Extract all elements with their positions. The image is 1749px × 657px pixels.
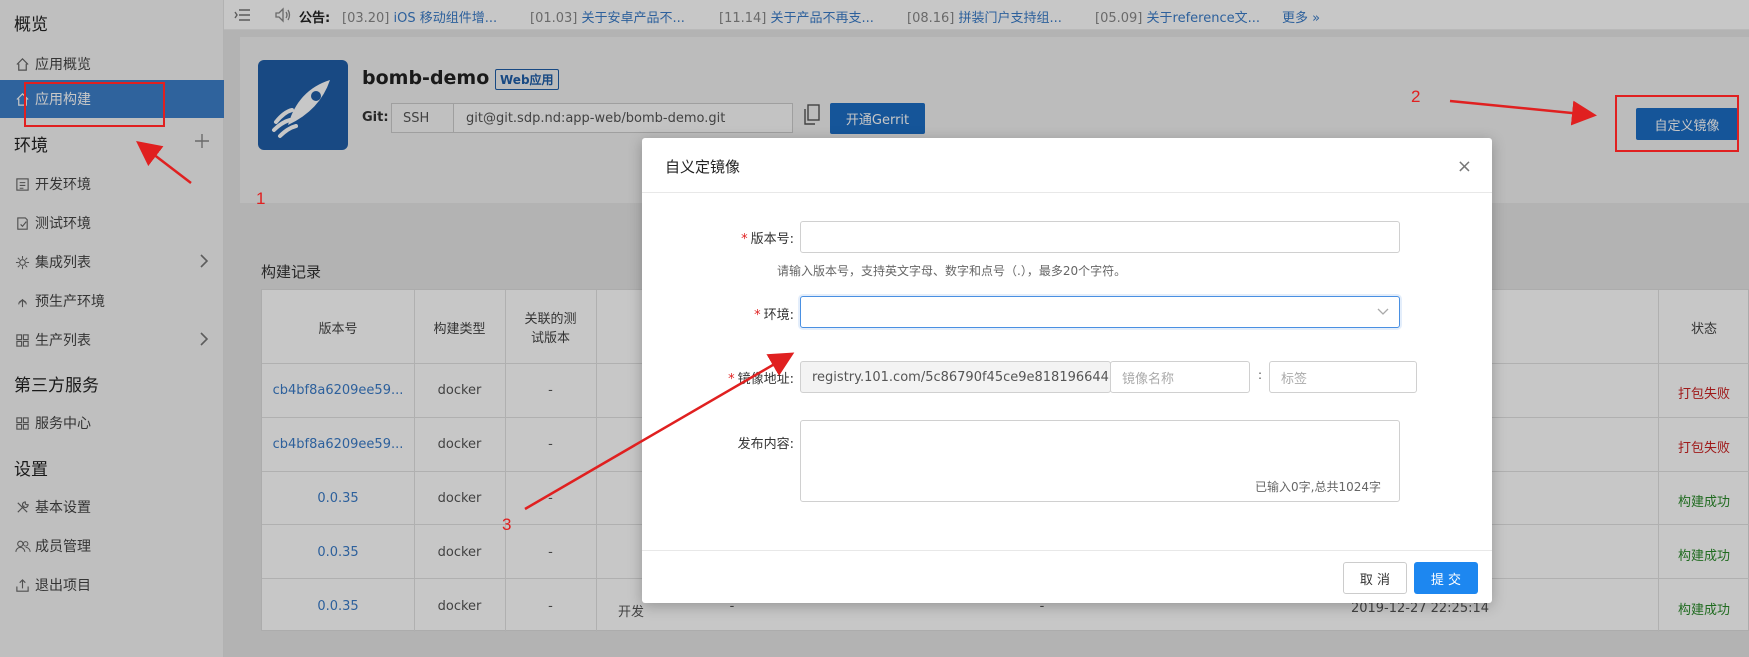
char-count: 已输入0字,总共1024字 bbox=[1255, 480, 1381, 494]
chevron-down-icon bbox=[1377, 306, 1389, 321]
colon-separator: : bbox=[1258, 368, 1263, 382]
tag-input[interactable]: 标签 bbox=[1269, 361, 1417, 393]
version-input[interactable] bbox=[800, 221, 1400, 253]
annotation-number-3: 3 bbox=[502, 515, 512, 534]
dialog-title: 自义定镜像 bbox=[665, 158, 741, 176]
custom-image-dialog: 自义定镜像 × * 版本号: 请输入版本号，支持英文字母、数字和点号（.），最多2… bbox=[642, 138, 1492, 603]
annotation-number-2: 2 bbox=[1411, 87, 1421, 106]
image-name-input[interactable]: 镜像名称 bbox=[1110, 361, 1250, 393]
image-address-label: * 镜像地址: bbox=[728, 372, 794, 387]
cancel-button[interactable]: 取 消 bbox=[1343, 562, 1407, 594]
close-icon[interactable]: × bbox=[1457, 156, 1472, 177]
submit-button[interactable]: 提 交 bbox=[1414, 562, 1478, 594]
registry-prefix-field: registry.101.com/5c86790f45ce9e818196644… bbox=[800, 361, 1122, 393]
release-content-textarea[interactable]: 已输入0字,总共1024字 bbox=[800, 420, 1400, 502]
version-label: * 版本号: bbox=[741, 232, 794, 247]
annotation-box-build bbox=[24, 82, 165, 127]
version-hint: 请输入版本号，支持英文字母、数字和点号（.），最多20个字符。 bbox=[777, 264, 1127, 278]
annotation-number-1: 1 bbox=[256, 189, 266, 208]
release-content-label: 发布内容: bbox=[737, 437, 794, 452]
env-select[interactable] bbox=[800, 296, 1400, 328]
env-label: * 环境: bbox=[754, 308, 794, 323]
annotation-box-custom-image bbox=[1615, 95, 1739, 152]
